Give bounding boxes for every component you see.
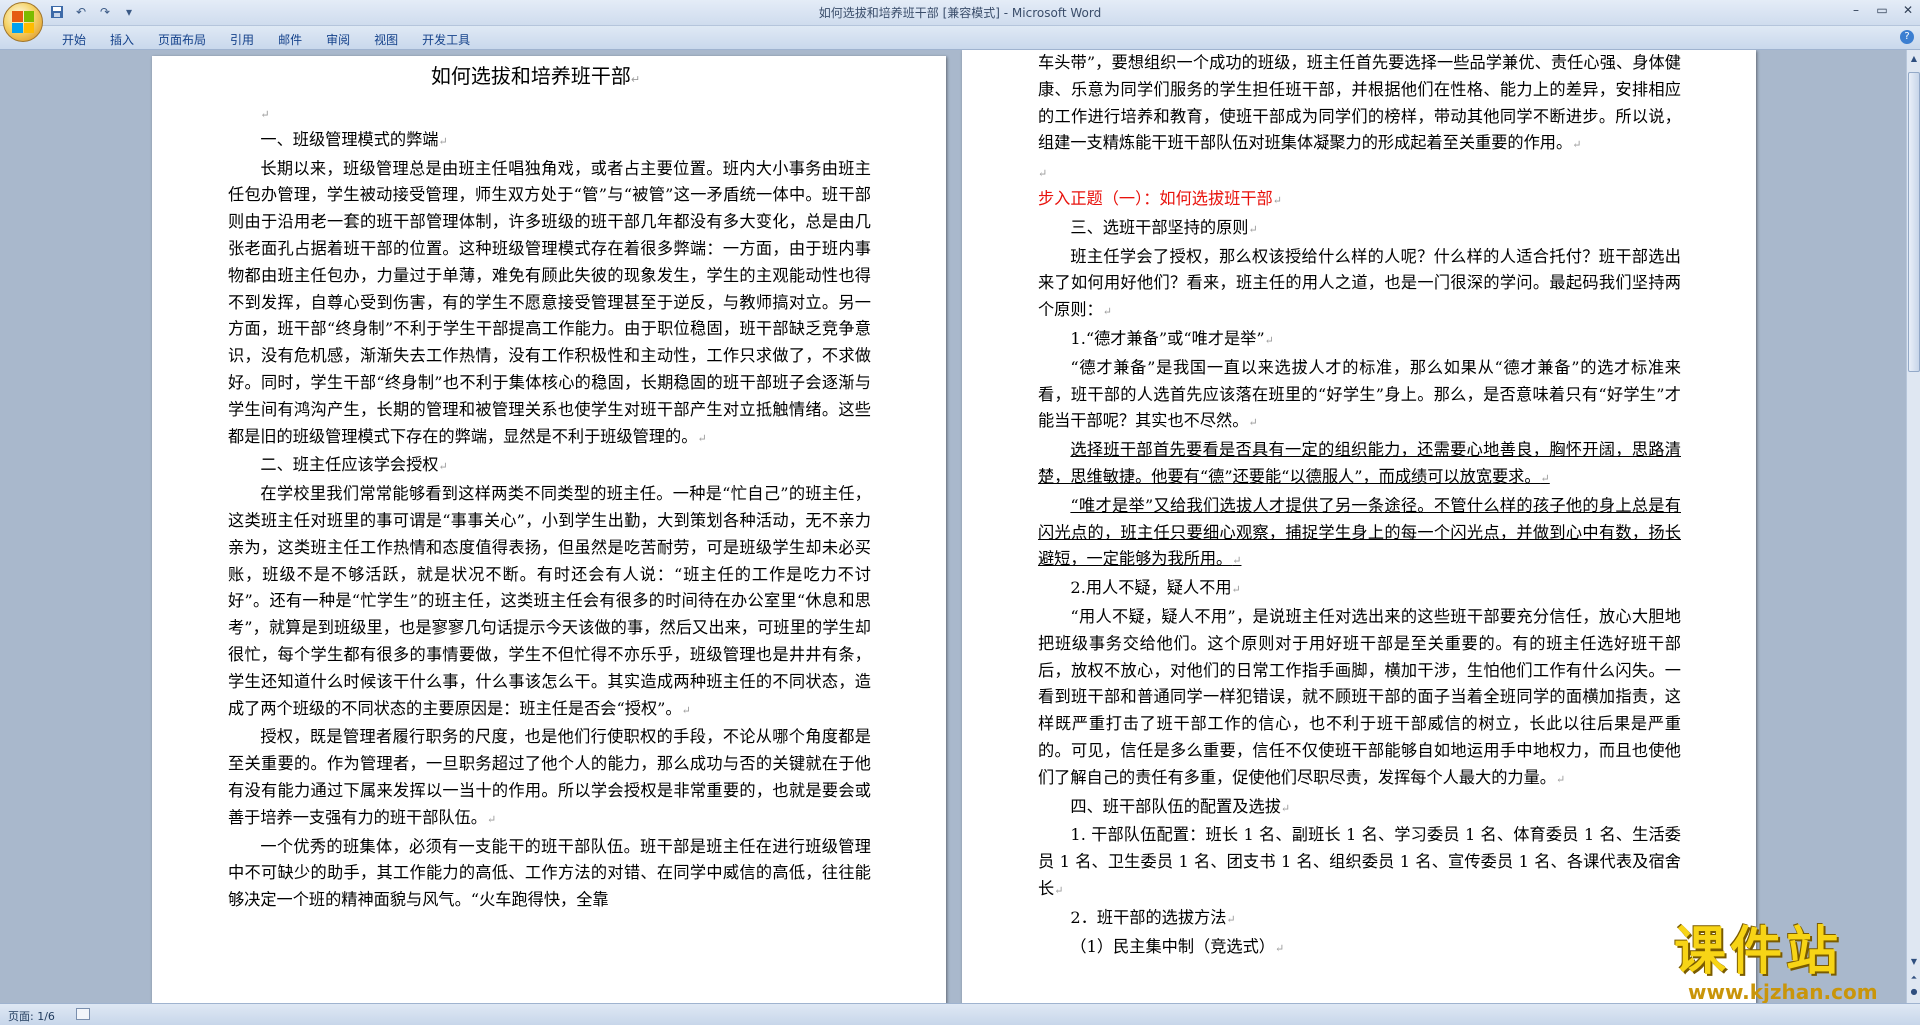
title-bar: ↶ ↷ ▾ 如何选拔和培养班干部 [兼容模式] - Microsoft Word…: [0, 0, 1920, 42]
help-icon[interactable]: ?: [1900, 30, 1914, 44]
section-heading: 二、班主任应该学会授权↵: [260, 455, 448, 475]
paragraph: 在学校里我们常常能够看到这样两类不同类型的班主任。一种是“忙自己”的班主任，这类…: [228, 484, 871, 718]
window-title: 如何选拔和培养班干部 [兼容模式] - Microsoft Word: [818, 6, 1102, 20]
office-button[interactable]: [3, 2, 43, 42]
watermark-logo: 课件站 www.kjzhan.com: [1668, 924, 1918, 1004]
ribbon-tabs: 开始 插入 页面布局 引用 邮件 审阅 视图 开发工具: [52, 29, 480, 50]
paragraph: 长期以来，班级管理总是由班主任唱独角戏，或者占主要位置。班内大小事务由班主任包办…: [228, 158, 871, 446]
tab-view[interactable]: 视图: [364, 29, 408, 50]
tab-home[interactable]: 开始: [52, 29, 96, 50]
status-bar: 页面: 1/6: [0, 1003, 1920, 1025]
tab-review[interactable]: 审阅: [316, 29, 360, 50]
minimize-button[interactable]: –: [1848, 2, 1864, 18]
scroll-up-icon[interactable]: ▲: [1908, 52, 1920, 66]
maximize-button[interactable]: ▭: [1874, 2, 1890, 18]
paragraph: “德才兼备”是我国一直以来选拔人才的标准，那么如果从“德才兼备”的选才标准来看，…: [1038, 357, 1681, 431]
tab-page-layout[interactable]: 页面布局: [148, 29, 216, 50]
scrollbar-thumb[interactable]: [1908, 72, 1920, 372]
section-heading: 四、班干部队伍的配置及选拔↵: [1070, 796, 1291, 816]
paragraph: 授权，既是管理者履行职务的尺度，也是他们行使职权的手段，不论从哪个角度都是至关重…: [228, 727, 871, 827]
ribbon-tab-bar: 开始 插入 页面布局 引用 邮件 审阅 视图 开发工具 ?: [0, 26, 1920, 50]
paragraph-underlined: “唯才是举”又给我们选拔人才提供了另一条途径。不管什么样的孩子他的身上总是有闪光…: [1038, 495, 1681, 569]
page-text: 如何选拔和培养班干部↵ ↵ 一、班级管理模式的弊端↵ 长期以来，班级管理总是由班…: [228, 56, 871, 914]
subheading: （1）民主集中制（竞选式）↵: [1070, 936, 1285, 956]
subheading: 2．班干部的选拔方法↵: [1070, 907, 1236, 927]
macro-record-icon[interactable]: [76, 1008, 90, 1020]
page-counter[interactable]: 页面: 1/6: [8, 1008, 55, 1024]
document-page-1[interactable]: 如何选拔和培养班干部↵ ↵ 一、班级管理模式的弊端↵ 长期以来，班级管理总是由班…: [152, 56, 946, 1003]
subheading: 2.用人不疑，疑人不用↵: [1070, 578, 1241, 598]
document-page-2[interactable]: 车头带”，要想组织一个成功的班级，班主任首先要选择一些品学兼优、责任心强、身体健…: [962, 50, 1756, 1003]
document-title: 如何选拔和培养班干部↵: [430, 64, 641, 88]
paragraph-underlined: 选择班干部首先要看是否具有一定的组织能力，还需要心地善良，胸怀开阔，思路清楚，思…: [1038, 440, 1681, 486]
paragraph: “用人不疑，疑人不用”，是说班主任对选出来的这些班干部要充分信任，放心大胆地把班…: [1038, 606, 1681, 787]
section-heading-red: 步入正题（一）：如何选拔班干部↵: [1038, 188, 1282, 208]
paragraph: 1. 干部队伍配置：班长 1 名、副班长 1 名、学习委员 1 名、体育委员 1…: [1038, 825, 1681, 898]
close-button[interactable]: ✕: [1900, 2, 1916, 18]
section-heading: 三、选班干部坚持的原则↵: [1070, 217, 1258, 237]
vertical-scrollbar[interactable]: ▲ ▼ ⏶ ●: [1906, 50, 1920, 1003]
section-heading: 一、班级管理模式的弊端↵: [260, 129, 448, 149]
tab-insert[interactable]: 插入: [100, 29, 144, 50]
watermark-url: www.kjzhan.com: [1688, 980, 1878, 1004]
page-text: 车头带”，要想组织一个成功的班级，班主任首先要选择一些品学兼优、责任心强、身体健…: [1038, 50, 1681, 962]
paragraph: 班主任学会了授权，那么权该授给什么样的人呢？什么样的人适合托付？班干部选出来了如…: [1038, 246, 1681, 320]
tab-mailings[interactable]: 邮件: [268, 29, 312, 50]
watermark-text: 课件站: [1674, 922, 1843, 982]
paragraph: ↵: [260, 108, 270, 121]
window-controls: – ▭ ✕: [1848, 2, 1916, 18]
paragraph: 车头带”，要想组织一个成功的班级，班主任首先要选择一些品学兼优、责任心强、身体健…: [1038, 53, 1681, 153]
tab-references[interactable]: 引用: [220, 29, 264, 50]
paragraph: 一个优秀的班集体，必须有一支能干的班干部队伍。班干部是班主任在进行班级管理中不可…: [228, 836, 871, 910]
paragraph: ↵: [1038, 167, 1048, 181]
subheading: 1.“德才兼备”或“唯才是举”↵: [1070, 328, 1274, 348]
document-workspace: 如何选拔和培养班干部↵ ↵ 一、班级管理模式的弊端↵ 长期以来，班级管理总是由班…: [0, 50, 1906, 1003]
tab-developer[interactable]: 开发工具: [412, 29, 480, 50]
office-logo-icon: [12, 11, 34, 33]
